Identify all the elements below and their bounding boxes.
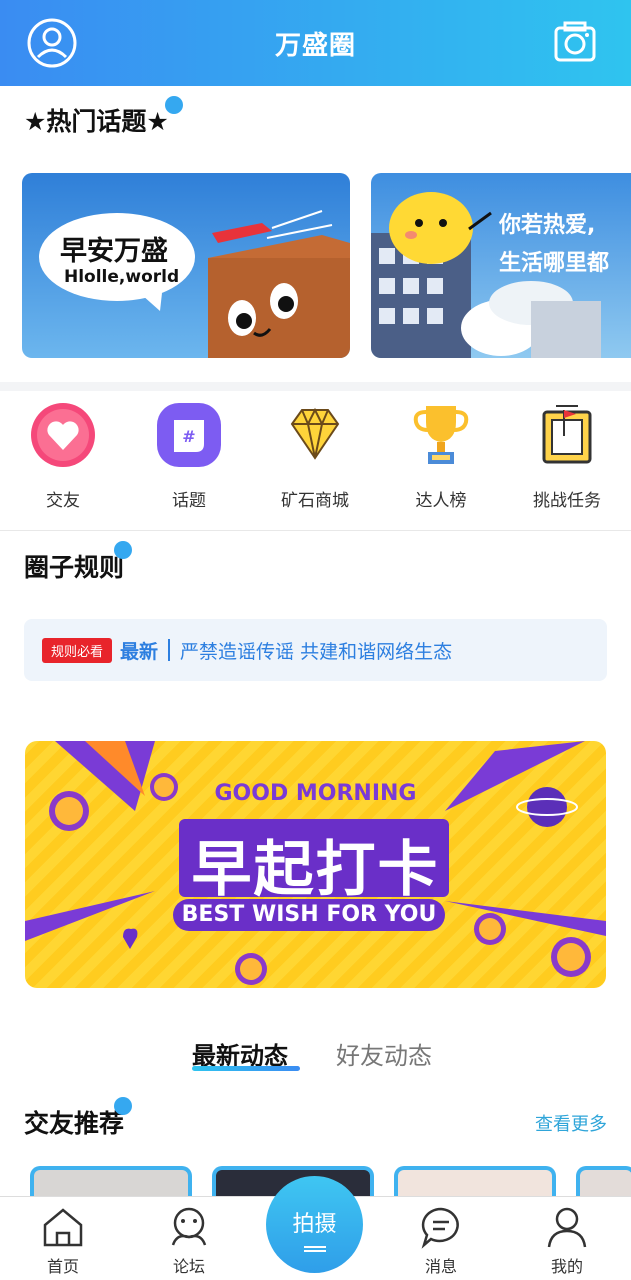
menu-item-label: 话题	[172, 491, 206, 511]
menu-item-leaderboard[interactable]: 达人榜	[381, 402, 501, 511]
topic-card-morning[interactable]: 早安万盛 Hlolle,world	[22, 173, 350, 358]
divider	[0, 530, 631, 531]
nav-profile[interactable]: 我的	[527, 1205, 607, 1277]
menu-item-store[interactable]: 矿石商城	[255, 402, 375, 511]
dot-decoration	[114, 1097, 132, 1115]
banner-main-text: 早起打卡	[191, 835, 440, 905]
hashtag-icon: #	[156, 402, 222, 468]
menu-item-label: 达人榜	[415, 491, 467, 511]
topic-card-morning-title: 早安万盛	[60, 236, 168, 267]
svg-text:#: #	[182, 427, 195, 446]
nav-label: 消息	[424, 1257, 457, 1276]
user-circle-icon[interactable]	[26, 17, 78, 69]
forum-icon	[167, 1205, 211, 1249]
topic-card-passion-caption-2: 生活哪里都	[499, 251, 610, 276]
app-header: 万盛圈	[0, 0, 631, 86]
profile-icon	[545, 1205, 589, 1249]
dot-decoration	[165, 96, 183, 114]
topic-card-morning-subtitle: Hlolle,world	[64, 267, 180, 287]
message-icon	[419, 1205, 463, 1249]
nav-forum[interactable]: 论坛	[149, 1205, 229, 1277]
tab-indicator	[192, 1066, 300, 1071]
rules-latest-label: 最新	[120, 640, 159, 663]
section-divider	[0, 382, 631, 391]
nav-home[interactable]: 首页	[23, 1205, 103, 1277]
shoot-button[interactable]: 拍摄	[266, 1176, 363, 1273]
camera-icon[interactable]	[553, 20, 597, 64]
rules-text: 严禁造谣传谣 共建和谐网络生态	[180, 640, 453, 663]
separator	[168, 639, 171, 661]
topic-card-passion[interactable]: 你若热爱, 生活哪里都	[371, 173, 631, 358]
friends-title: 交友推荐	[24, 1109, 125, 1138]
see-more-link[interactable]: 查看更多	[535, 1110, 607, 1136]
hot-topics-title: ★热门话题★	[24, 107, 169, 136]
menu-item-label: 交友	[46, 491, 80, 511]
menu-item-topics[interactable]: # 话题	[129, 402, 249, 511]
checkin-banner[interactable]: GOOD MORNING 早起打卡 BEST WISH FOR YOU	[25, 741, 606, 988]
rules-badge: 规则必看	[42, 637, 113, 663]
tab-friends[interactable]: 好友动态	[336, 1036, 432, 1071]
page-title: 万盛圈	[274, 30, 356, 61]
dot-decoration	[114, 541, 132, 559]
topic-card-passion-caption-1: 你若热爱,	[499, 213, 596, 238]
menu-lines-icon	[303, 1246, 326, 1252]
menu-item-label: 挑战任务	[533, 491, 601, 511]
banner-bottom-text: BEST WISH FOR YOU	[181, 902, 437, 927]
rules-notice[interactable]: 规则必看 最新 严禁造谣传谣 共建和谐网络生态	[24, 619, 607, 681]
nav-messages[interactable]: 消息	[401, 1205, 481, 1277]
menu-item-label: 矿石商城	[281, 491, 349, 511]
nav-label: 论坛	[172, 1257, 205, 1276]
rules-title: 圈子规则	[24, 553, 125, 582]
shoot-label: 拍摄	[292, 1212, 337, 1237]
nav-label: 我的	[550, 1257, 583, 1276]
diamond-icon	[282, 402, 348, 468]
heart-icon	[30, 402, 96, 468]
banner-top-text: GOOD MORNING	[214, 781, 417, 806]
home-icon	[41, 1205, 85, 1249]
task-flag-icon	[534, 402, 600, 468]
nav-label: 首页	[46, 1257, 79, 1276]
menu-item-tasks[interactable]: 挑战任务	[507, 402, 627, 511]
trophy-icon	[408, 402, 474, 468]
menu-item-friends[interactable]: 交友	[3, 402, 123, 511]
